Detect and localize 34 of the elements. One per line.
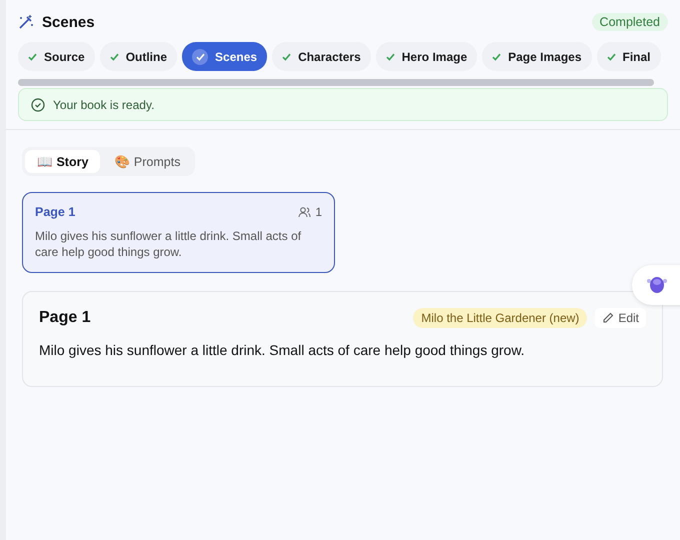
pencil-icon — [602, 312, 614, 324]
check-icon — [492, 52, 502, 60]
page-title: Scenes — [42, 14, 95, 30]
step-tab[interactable]: Final — [596, 42, 661, 71]
magic-wand-icon — [18, 14, 34, 30]
check-icon — [606, 52, 616, 60]
check-icon — [110, 52, 119, 60]
check-icon — [282, 52, 292, 60]
check-icon — [192, 48, 208, 64]
assistant-button[interactable] — [632, 265, 680, 305]
check-circle-icon — [31, 98, 45, 112]
page-card-text: Milo gives his sunflower a little drink. Small acts of care help good things grow. — [35, 228, 302, 260]
character-count: 1 — [315, 205, 322, 219]
alert-text: Your book is ready. — [53, 98, 154, 112]
step-tab[interactable]: Outline — [100, 42, 178, 71]
step-tab[interactable]: Hero Image — [376, 42, 478, 71]
step-tab[interactable]: Scenes — [182, 42, 268, 71]
page-card-title: Page 1 — [35, 205, 76, 219]
check-icon — [386, 52, 395, 60]
view-tab[interactable]: 📖 Story — [25, 150, 100, 173]
check-icon — [28, 52, 37, 60]
step-tab[interactable]: Page Images — [482, 42, 592, 71]
scrollbar[interactable] — [18, 79, 654, 86]
edit-button[interactable]: Edit — [595, 308, 646, 328]
status-badge: Completed — [592, 13, 668, 31]
people-icon — [298, 206, 312, 218]
character-tag: Milo the Little Gardener (new) — [413, 308, 588, 328]
robot-icon — [646, 275, 668, 295]
detail-title: Page 1 — [39, 309, 91, 327]
view-tab[interactable]: 🎨 Prompts — [102, 150, 192, 173]
step-tab[interactable]: Source — [18, 42, 95, 71]
page-card[interactable]: Page 1 1 Milo gives his sunflower a little drink. Small acts of care help good things grow. — [22, 192, 335, 273]
step-tab[interactable]: Characters — [272, 42, 371, 71]
detail-text: Milo gives his sunflower a little drink. Small acts of care help good things grow. — [39, 342, 526, 358]
